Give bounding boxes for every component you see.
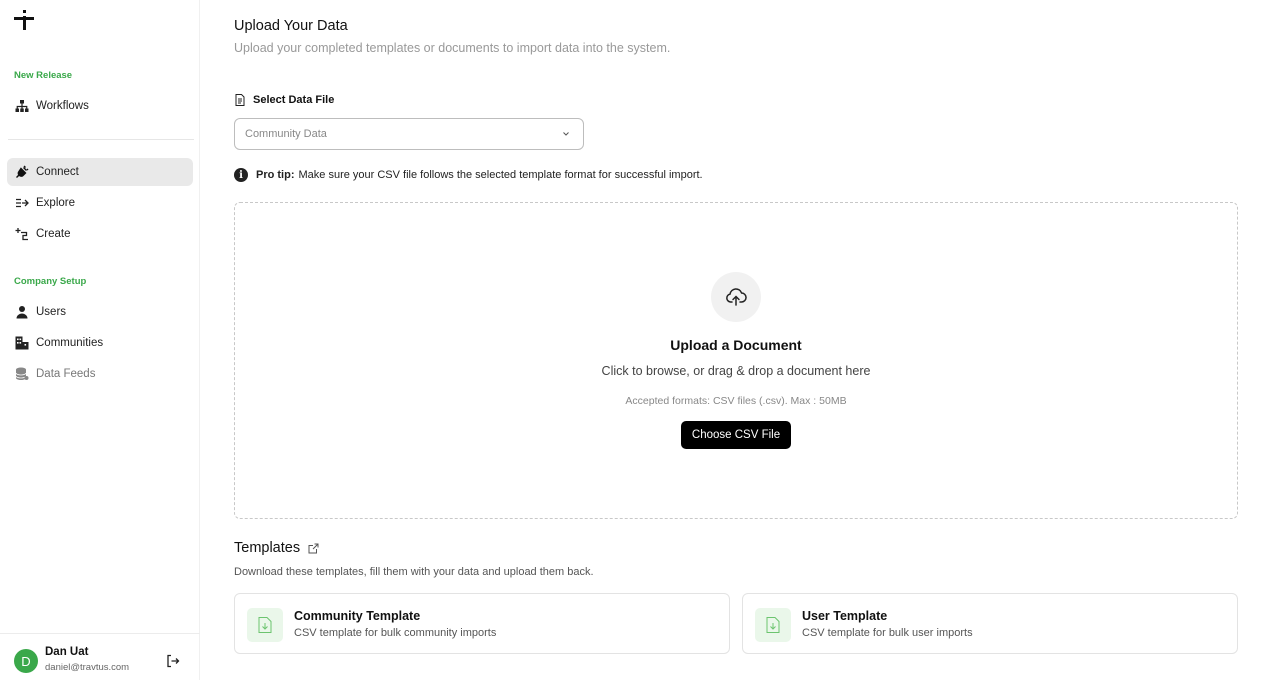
- chevron-down-icon: [563, 132, 569, 136]
- plug-icon: [15, 165, 29, 179]
- templates-title: Templates: [234, 540, 301, 556]
- select-data-file-label: Select Data File: [234, 94, 334, 106]
- sidebar-item-workflows[interactable]: Workflows: [7, 92, 193, 120]
- user-name: Dan Uat: [45, 646, 89, 658]
- sidebar-item-create[interactable]: Create: [7, 220, 193, 248]
- pro-tip-bold: Pro tip:: [256, 169, 295, 181]
- sidebar-item-label: Create: [36, 228, 71, 240]
- hierarchy-icon: [15, 99, 29, 113]
- upload-cloud-icon: [711, 272, 761, 322]
- user-profile: D Dan Uat daniel@travtus.com: [0, 633, 200, 680]
- external-link-icon[interactable]: [308, 543, 319, 554]
- select-value: Community Data: [245, 128, 327, 140]
- file-download-icon: [755, 608, 791, 642]
- sidebar-item-label: Connect: [36, 166, 79, 178]
- pro-tip: i Pro tip: Make sure your CSV file follo…: [234, 168, 703, 182]
- avatar[interactable]: D: [14, 649, 38, 673]
- document-icon: [235, 94, 245, 106]
- logout-icon[interactable]: [166, 654, 180, 668]
- sidebar-item-label: Explore: [36, 197, 75, 209]
- template-name: Community Template: [294, 609, 421, 623]
- choose-csv-button[interactable]: Choose CSV File: [681, 421, 791, 449]
- field-label-text: Select Data File: [253, 94, 335, 106]
- templates-subtitle: Download these templates, fill them with…: [234, 566, 594, 578]
- user-email: daniel@travtus.com: [45, 662, 130, 673]
- upload-dropzone[interactable]: Upload a Document Click to browse, or dr…: [234, 202, 1238, 519]
- sidebar-divider: [8, 139, 194, 140]
- pro-tip-text: Make sure your CSV file follows the sele…: [298, 169, 703, 181]
- template-card-user[interactable]: User Template CSV template for bulk user…: [742, 593, 1238, 654]
- logo[interactable]: [14, 10, 34, 30]
- template-desc: CSV template for bulk community imports: [294, 627, 497, 639]
- dropzone-subtitle: Click to browse, or drag & drop a docume…: [601, 364, 871, 378]
- templates-heading: Templates: [234, 540, 319, 556]
- page-title: Upload Your Data: [234, 18, 348, 34]
- section-label-company-setup: Company Setup: [14, 276, 87, 287]
- info-icon: i: [234, 168, 248, 182]
- sidebar-item-users[interactable]: Users: [7, 298, 193, 326]
- file-download-icon: [247, 608, 283, 642]
- page-subtitle: Upload your completed templates or docum…: [234, 41, 671, 55]
- database-icon: [15, 367, 29, 381]
- user-icon: [15, 305, 29, 319]
- template-desc: CSV template for bulk user imports: [802, 627, 973, 639]
- dropzone-title: Upload a Document: [670, 337, 802, 353]
- sidebar-item-connect[interactable]: Connect: [7, 158, 193, 186]
- create-icon: [15, 227, 29, 241]
- building-icon: [15, 336, 29, 350]
- dropzone-formats: Accepted formats: CSV files (.csv). Max …: [625, 395, 847, 407]
- sidebar-item-communities[interactable]: Communities: [7, 329, 193, 357]
- section-label-new-release: New Release: [14, 70, 73, 81]
- sidebar-item-data-feeds[interactable]: Data Feeds: [7, 360, 193, 388]
- sidebar-item-explore[interactable]: Explore: [7, 189, 193, 217]
- sidebar-item-label: Communities: [36, 337, 104, 349]
- sidebar: New Release Workflows Connect Explore Cr…: [0, 0, 200, 680]
- arrow-in-icon: [15, 196, 29, 210]
- sidebar-item-label: Workflows: [36, 100, 89, 112]
- template-card-community[interactable]: Community Template CSV template for bulk…: [234, 593, 730, 654]
- template-name: User Template: [802, 609, 888, 623]
- sidebar-item-label: Data Feeds: [36, 368, 96, 380]
- data-file-select[interactable]: Community Data: [234, 118, 584, 150]
- sidebar-item-label: Users: [36, 306, 67, 318]
